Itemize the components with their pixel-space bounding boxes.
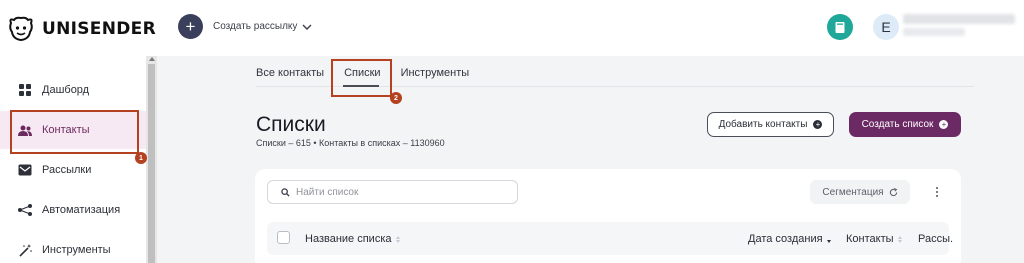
sidebar: Дашборд Контакты Рассылки Автоматизация bbox=[0, 56, 146, 263]
column-created-date[interactable]: Дата создания bbox=[748, 233, 831, 245]
segmentation-label: Сегментация bbox=[822, 186, 884, 198]
user-id-blurred bbox=[903, 28, 965, 36]
logo-text: UNISENDER bbox=[42, 19, 156, 39]
column-label: Рассы. bbox=[918, 233, 954, 245]
sidebar-item-label: Рассылки bbox=[42, 164, 92, 176]
chevron-down-icon bbox=[302, 24, 312, 30]
column-mailings[interactable]: Рассы. bbox=[918, 233, 953, 245]
sort-icon bbox=[897, 235, 902, 243]
column-list-name[interactable]: Название списка bbox=[305, 233, 400, 245]
create-mailing-label: Создать рассылку bbox=[213, 21, 298, 32]
column-label: Дата создания bbox=[748, 233, 823, 245]
logo-icon bbox=[9, 16, 33, 42]
sidebar-item-dashboard[interactable]: Дашборд bbox=[0, 71, 146, 109]
more-options-icon[interactable] bbox=[928, 183, 946, 201]
annotation-badge: 1 bbox=[135, 152, 147, 164]
add-contacts-button[interactable]: Добавить контакты + bbox=[707, 112, 834, 137]
select-all-checkbox[interactable] bbox=[277, 231, 290, 244]
sidebar-item-label: Инструменты bbox=[42, 244, 111, 256]
tab-tools[interactable]: Инструменты bbox=[401, 67, 470, 79]
lists-stats: Списки – 615 • Контакты в списках – 1130… bbox=[256, 138, 445, 148]
segmentation-button[interactable]: Сегментация bbox=[810, 180, 910, 204]
sidebar-item-tools[interactable]: Инструменты bbox=[0, 231, 146, 263]
create-list-button[interactable]: Создать список + bbox=[849, 112, 961, 137]
sidebar-item-automation[interactable]: Автоматизация bbox=[0, 191, 146, 229]
book-icon[interactable] bbox=[827, 14, 853, 40]
sort-desc-icon bbox=[826, 236, 831, 243]
annotation-box-contacts bbox=[10, 110, 139, 154]
plus-circle-icon: + bbox=[813, 120, 823, 129]
annotation-badge: 2 bbox=[390, 92, 402, 104]
create-list-label: Создать список bbox=[861, 119, 934, 130]
plus-circle-icon: + bbox=[939, 120, 949, 129]
add-contacts-label: Добавить контакты bbox=[718, 119, 808, 130]
scroll-up-arrow-icon[interactable] bbox=[149, 57, 155, 61]
column-label: Название списка bbox=[305, 233, 392, 245]
book-glyph bbox=[835, 21, 845, 33]
column-label: Контакты bbox=[846, 233, 894, 245]
scrollbar-thumb[interactable] bbox=[148, 64, 155, 263]
sidebar-item-label: Автоматизация bbox=[42, 204, 121, 216]
plus-icon: + bbox=[178, 14, 203, 39]
top-header: UNISENDER + Создать рассылку E bbox=[0, 0, 1024, 56]
page-title: Списки bbox=[256, 113, 326, 136]
sort-icon bbox=[395, 235, 400, 243]
share-nodes-icon bbox=[17, 202, 33, 218]
tab-all-contacts[interactable]: Все контакты bbox=[256, 67, 324, 79]
sidebar-item-label: Дашборд bbox=[42, 84, 90, 96]
grid-icon bbox=[17, 82, 33, 98]
column-contacts[interactable]: Контакты bbox=[846, 233, 902, 245]
search-field[interactable] bbox=[267, 180, 518, 204]
mail-icon bbox=[17, 162, 33, 178]
annotation-box-lists-tab bbox=[331, 59, 392, 97]
refresh-icon bbox=[889, 187, 897, 196]
user-email-blurred[interactable] bbox=[903, 14, 1015, 24]
sidebar-item-mailings[interactable]: Рассылки bbox=[0, 151, 146, 189]
search-input[interactable] bbox=[296, 186, 506, 198]
avatar[interactable]: E bbox=[873, 14, 899, 40]
logo[interactable]: UNISENDER bbox=[6, 14, 156, 44]
search-icon bbox=[281, 187, 290, 197]
magic-wand-icon bbox=[17, 242, 33, 258]
create-mailing-button[interactable]: + Создать рассылку bbox=[178, 14, 312, 39]
